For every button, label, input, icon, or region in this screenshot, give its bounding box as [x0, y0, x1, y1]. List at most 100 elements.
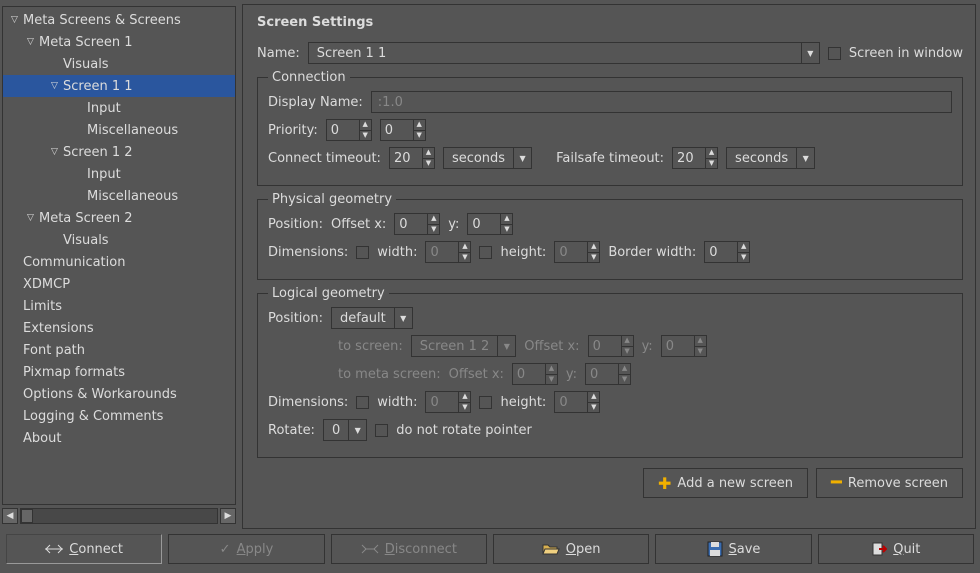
height-label: height: [500, 245, 546, 260]
connection-legend: Connection [268, 70, 350, 85]
do-not-rotate-label: do not rotate pointer [396, 423, 532, 438]
failsafe-timeout-label: Failsafe timeout: [556, 151, 664, 166]
y-label: y: [448, 217, 459, 232]
log-height-checkbox[interactable] [479, 396, 492, 409]
to-screen-select: Screen 1 2▼ [411, 335, 517, 357]
priority-label: Priority: [268, 123, 318, 138]
settings-panel: Screen Settings Name: Screen 1 1 ▼ Scree… [242, 4, 976, 529]
log-y-label-2: y: [566, 367, 577, 382]
log-ms-offset-x-spinner: ▲▼ [512, 363, 558, 385]
scroll-left-button[interactable]: ◀ [2, 508, 18, 524]
screen-in-window-checkbox[interactable] [828, 47, 841, 60]
chevron-down-icon: ▽ [27, 213, 39, 223]
floppy-icon [707, 541, 723, 557]
chevron-down-icon: ▽ [51, 147, 63, 157]
quit-button[interactable]: Quit [818, 534, 974, 564]
log-height-spinner[interactable]: ▲▼ [554, 391, 600, 413]
tree-miscellaneous-2[interactable]: Miscellaneous [3, 185, 235, 207]
width-label: width: [377, 245, 417, 260]
connect-timeout-label: Connect timeout: [268, 151, 381, 166]
nav-tree[interactable]: ▽Meta Screens & Screens ▽Meta Screen 1 V… [2, 6, 236, 505]
failsafe-timeout-unit[interactable]: seconds▼ [726, 147, 815, 169]
save-button[interactable]: Save [655, 534, 811, 564]
tree-xdmcp[interactable]: XDMCP [3, 273, 235, 295]
to-meta-screen-label: to meta screen: [338, 367, 441, 382]
failsafe-timeout-spinner[interactable]: ▲▼ [672, 147, 718, 169]
chevron-down-icon[interactable]: ▼ [513, 148, 531, 168]
log-position-select[interactable]: default▼ [331, 307, 413, 329]
connect-timeout-unit[interactable]: seconds▼ [443, 147, 532, 169]
border-width-spinner[interactable]: ▲▼ [704, 241, 750, 263]
priority-1-spinner[interactable]: ▲▼ [326, 119, 372, 141]
tree-input-2[interactable]: Input [3, 163, 235, 185]
position-label: Position: [268, 217, 323, 232]
log-width-spinner[interactable]: ▲▼ [425, 391, 471, 413]
phys-offset-y-spinner[interactable]: ▲▼ [467, 213, 513, 235]
chevron-down-icon[interactable]: ▼ [394, 308, 412, 328]
tree-visuals-2[interactable]: Visuals [3, 229, 235, 251]
tree-logging-comments[interactable]: Logging & Comments [3, 405, 235, 427]
tree-meta-screen-2[interactable]: ▽Meta Screen 2 [3, 207, 235, 229]
add-screen-button[interactable]: ✚ Add a new screen [643, 468, 808, 498]
remove-screen-button[interactable]: ━ Remove screen [816, 468, 963, 498]
scroll-right-button[interactable]: ▶ [220, 508, 236, 524]
display-name-label: Display Name: [268, 95, 363, 110]
log-offset-x-label: Offset x: [524, 339, 579, 354]
connection-fieldset: Connection Display Name: Priority: ▲▼ ▲▼… [257, 70, 963, 186]
name-label: Name: [257, 46, 300, 61]
rotate-select[interactable]: 0▼ [323, 419, 367, 441]
connect-icon [45, 543, 63, 555]
panel-title: Screen Settings [257, 15, 963, 30]
tree-pixmap-formats[interactable]: Pixmap formats [3, 361, 235, 383]
phys-height-checkbox[interactable] [479, 246, 492, 259]
log-y-label: y: [642, 339, 653, 354]
phys-offset-x-spinner[interactable]: ▲▼ [394, 213, 440, 235]
rotate-label: Rotate: [268, 423, 315, 438]
offset-x-label: Offset x: [331, 217, 386, 232]
tree-about[interactable]: About [3, 427, 235, 449]
horizontal-scrollbar[interactable] [20, 508, 218, 524]
log-ms-offset-y-spinner: ▲▼ [585, 363, 631, 385]
tree-input[interactable]: Input [3, 97, 235, 119]
tree-visuals[interactable]: Visuals [3, 53, 235, 75]
log-width-checkbox[interactable] [356, 396, 369, 409]
disconnect-button[interactable]: Disconnect [331, 534, 487, 564]
log-dimensions-label: Dimensions: [268, 395, 348, 410]
display-name-field [371, 91, 952, 113]
tree-meta-screens[interactable]: ▽Meta Screens & Screens [3, 9, 235, 31]
chevron-down-icon: ▽ [51, 81, 63, 91]
chevron-down-icon: ▼ [497, 336, 515, 356]
chevron-down-icon: ▽ [11, 15, 23, 25]
chevron-down-icon[interactable]: ▼ [796, 148, 814, 168]
log-offset-x-label-2: Offset x: [449, 367, 504, 382]
chevron-down-icon[interactable]: ▼ [348, 420, 366, 440]
connect-timeout-spinner[interactable]: ▲▼ [389, 147, 435, 169]
phys-height-spinner[interactable]: ▲▼ [554, 241, 600, 263]
tree-communication[interactable]: Communication [3, 251, 235, 273]
tree-screen-1-1[interactable]: ▽Screen 1 1 [3, 75, 235, 97]
open-button[interactable]: Open [493, 534, 649, 564]
do-not-rotate-checkbox[interactable] [375, 424, 388, 437]
phys-width-spinner[interactable]: ▲▼ [425, 241, 471, 263]
check-icon: ✓ [220, 542, 231, 557]
tree-limits[interactable]: Limits [3, 295, 235, 317]
log-width-label: width: [377, 395, 417, 410]
tree-screen-1-2[interactable]: ▽Screen 1 2 [3, 141, 235, 163]
tree-miscellaneous[interactable]: Miscellaneous [3, 119, 235, 141]
connect-button[interactable]: Connect [6, 534, 162, 564]
minus-icon: ━ [831, 478, 842, 488]
apply-button[interactable]: ✓ Apply [168, 534, 324, 564]
priority-2-spinner[interactable]: ▲▼ [380, 119, 426, 141]
tree-options-workarounds[interactable]: Options & Workarounds [3, 383, 235, 405]
plus-icon: ✚ [658, 474, 671, 493]
tree-meta-screen-1[interactable]: ▽Meta Screen 1 [3, 31, 235, 53]
tree-font-path[interactable]: Font path [3, 339, 235, 361]
dimensions-label: Dimensions: [268, 245, 348, 260]
name-select[interactable]: Screen 1 1 ▼ [308, 42, 820, 64]
chevron-down-icon[interactable]: ▼ [801, 43, 819, 63]
physical-geometry-legend: Physical geometry [268, 192, 396, 207]
chevron-down-icon: ▽ [27, 37, 39, 47]
disconnect-icon [361, 543, 379, 555]
tree-extensions[interactable]: Extensions [3, 317, 235, 339]
phys-width-checkbox[interactable] [356, 246, 369, 259]
